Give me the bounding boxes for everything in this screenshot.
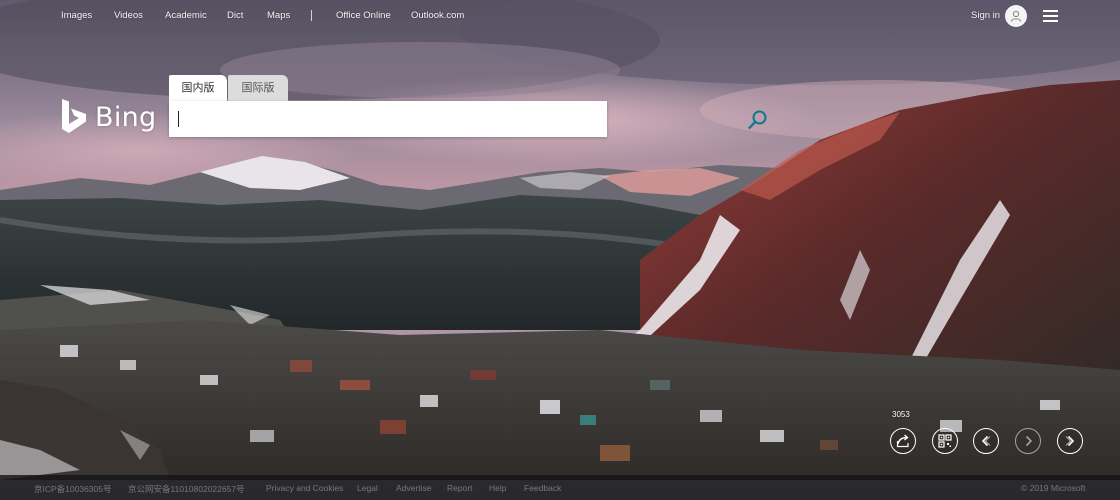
footer-icp-license[interactable]: 京ICP备10036305号 <box>34 483 112 495</box>
footer-public-security[interactable]: 京公网安备11010802022657号 <box>128 483 245 495</box>
footer-copyright: © 2019 Microsoft <box>1021 483 1086 493</box>
nav-link-office-online[interactable]: Office Online <box>336 10 391 21</box>
top-nav: Images Videos Academic Dict Maps Office … <box>0 0 1120 32</box>
footer-privacy-link[interactable]: Privacy and Cookies <box>266 483 343 493</box>
search-box <box>169 101 767 137</box>
next-icon <box>1065 435 1075 447</box>
previous-image-button[interactable] <box>973 428 999 454</box>
search-icon <box>748 110 767 129</box>
bing-logo[interactable]: Bing <box>60 98 160 138</box>
bing-logo-icon <box>62 99 86 133</box>
nav-link-outlook[interactable]: Outlook.com <box>411 10 464 21</box>
next-icon-faded <box>1025 435 1033 447</box>
nav-link-academic[interactable]: Academic <box>165 10 207 21</box>
nav-link-images[interactable]: Images <box>61 10 92 21</box>
share-button[interactable] <box>890 428 916 454</box>
user-icon <box>1010 10 1022 22</box>
nav-link-dict[interactable]: Dict <box>227 10 243 21</box>
search-input[interactable] <box>177 107 571 133</box>
avatar[interactable] <box>1005 5 1027 27</box>
logo-text: Bing <box>95 102 157 133</box>
text-cursor <box>178 111 179 127</box>
nav-link-videos[interactable]: Videos <box>114 10 143 21</box>
footer-legal-link[interactable]: Legal <box>357 483 378 493</box>
share-icon <box>896 434 909 448</box>
previous-icon <box>981 435 991 447</box>
footer-feedback-link[interactable]: Feedback <box>524 483 561 493</box>
background-image <box>0 0 1120 500</box>
tab-international[interactable]: 国际版 <box>228 75 288 101</box>
qr-code-button[interactable] <box>932 428 958 454</box>
footer-help-link[interactable]: Help <box>489 483 506 493</box>
footer-report-link[interactable]: Report <box>447 483 473 493</box>
image-counter: 3053 <box>892 410 910 419</box>
nav-link-maps[interactable]: Maps <box>267 10 290 21</box>
next-image-button-disabled[interactable] <box>1015 428 1041 454</box>
sign-in-link[interactable]: Sign in <box>971 10 1000 21</box>
next-image-button[interactable] <box>1057 428 1083 454</box>
footer-advertise-link[interactable]: Advertise <box>396 483 431 493</box>
hamburger-menu-icon[interactable] <box>1043 9 1059 23</box>
homepage: Images Videos Academic Dict Maps Office … <box>0 0 1120 500</box>
footer: 京ICP备10036305号 京公网安备11010802022657号 Priv… <box>0 475 1120 500</box>
nav-divider <box>311 10 312 21</box>
search-button[interactable] <box>746 108 770 132</box>
tab-domestic[interactable]: 国内版 <box>169 75 227 101</box>
qr-code-icon <box>938 434 952 448</box>
